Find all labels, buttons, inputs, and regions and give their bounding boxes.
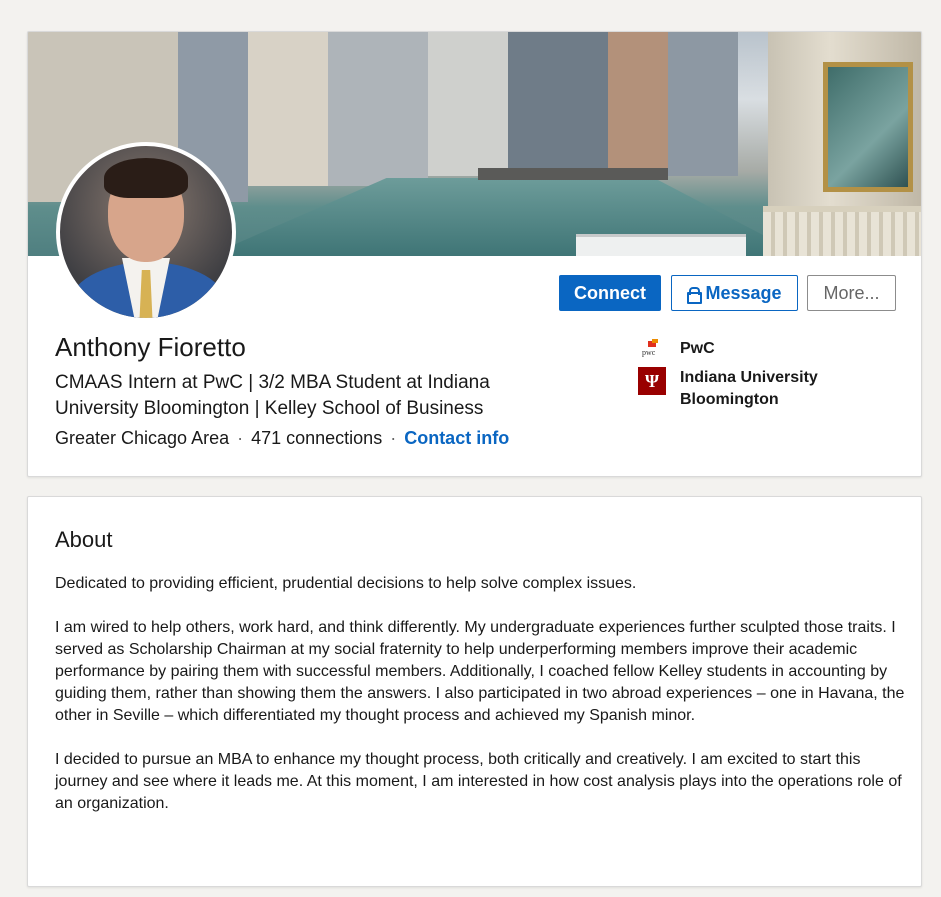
contact-info-link[interactable]: Contact info (404, 428, 509, 448)
avatar[interactable] (56, 142, 236, 322)
about-paragraph: Dedicated to providing efficient, pruden… (55, 575, 637, 592)
message-button-label: Message (705, 282, 782, 303)
connect-button[interactable]: Connect (559, 275, 661, 311)
about-paragraph: I decided to pursue an MBA to enhance my… (55, 751, 902, 812)
separator-dot: · (237, 428, 244, 448)
school-name: Indiana University Bloomington (680, 369, 818, 408)
iu-logo-text: Ψ (644, 370, 660, 391)
profile-name: Anthony Fioretto (55, 332, 246, 362)
education-school[interactable]: Ψ Indiana University Bloomington (638, 367, 840, 411)
location: Greater Chicago Area (55, 428, 230, 448)
current-company[interactable]: pwc PwC (638, 338, 715, 360)
about-title: About (55, 527, 113, 552)
message-button[interactable]: Message (671, 275, 798, 311)
connect-button-label: Connect (574, 282, 646, 303)
profile-meta: Greater Chicago Area · 471 connections · Con… (55, 428, 509, 449)
lock-icon (687, 286, 703, 304)
about-body: Dedicated to providing efficient, pruden… (55, 573, 905, 837)
about-card: About Dedicated to providing efficient, … (27, 496, 922, 887)
connections-count[interactable]: 471 connections (251, 428, 382, 448)
separator-dot: · (390, 428, 397, 448)
pwc-logo-text: pwc (642, 348, 656, 357)
company-name: PwC (680, 340, 715, 357)
iu-logo-icon: Ψ (638, 367, 666, 395)
more-button[interactable]: More... (807, 275, 896, 311)
pwc-logo-icon: pwc (638, 338, 666, 360)
profile-card: Connect Message More... Anthony Fioretto… (27, 31, 922, 477)
about-paragraph: I am wired to help others, work hard, an… (55, 619, 905, 724)
profile-headline: CMAAS Intern at PwC | 3/2 MBA Student at… (55, 372, 490, 419)
more-button-label: More... (823, 282, 880, 303)
